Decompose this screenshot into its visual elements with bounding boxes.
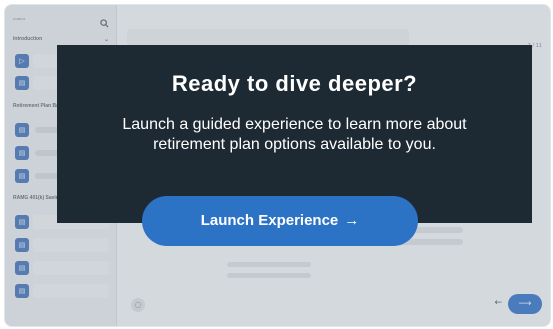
launch-button-label: Launch Experience — [200, 212, 339, 229]
modal-title: Ready to dive deeper? — [171, 71, 418, 96]
launch-experience-button[interactable]: Launch Experience → — [142, 196, 418, 246]
modal-description: Launch a guided experience to learn more… — [122, 116, 467, 153]
arrow-right-icon: → — [344, 212, 360, 229]
